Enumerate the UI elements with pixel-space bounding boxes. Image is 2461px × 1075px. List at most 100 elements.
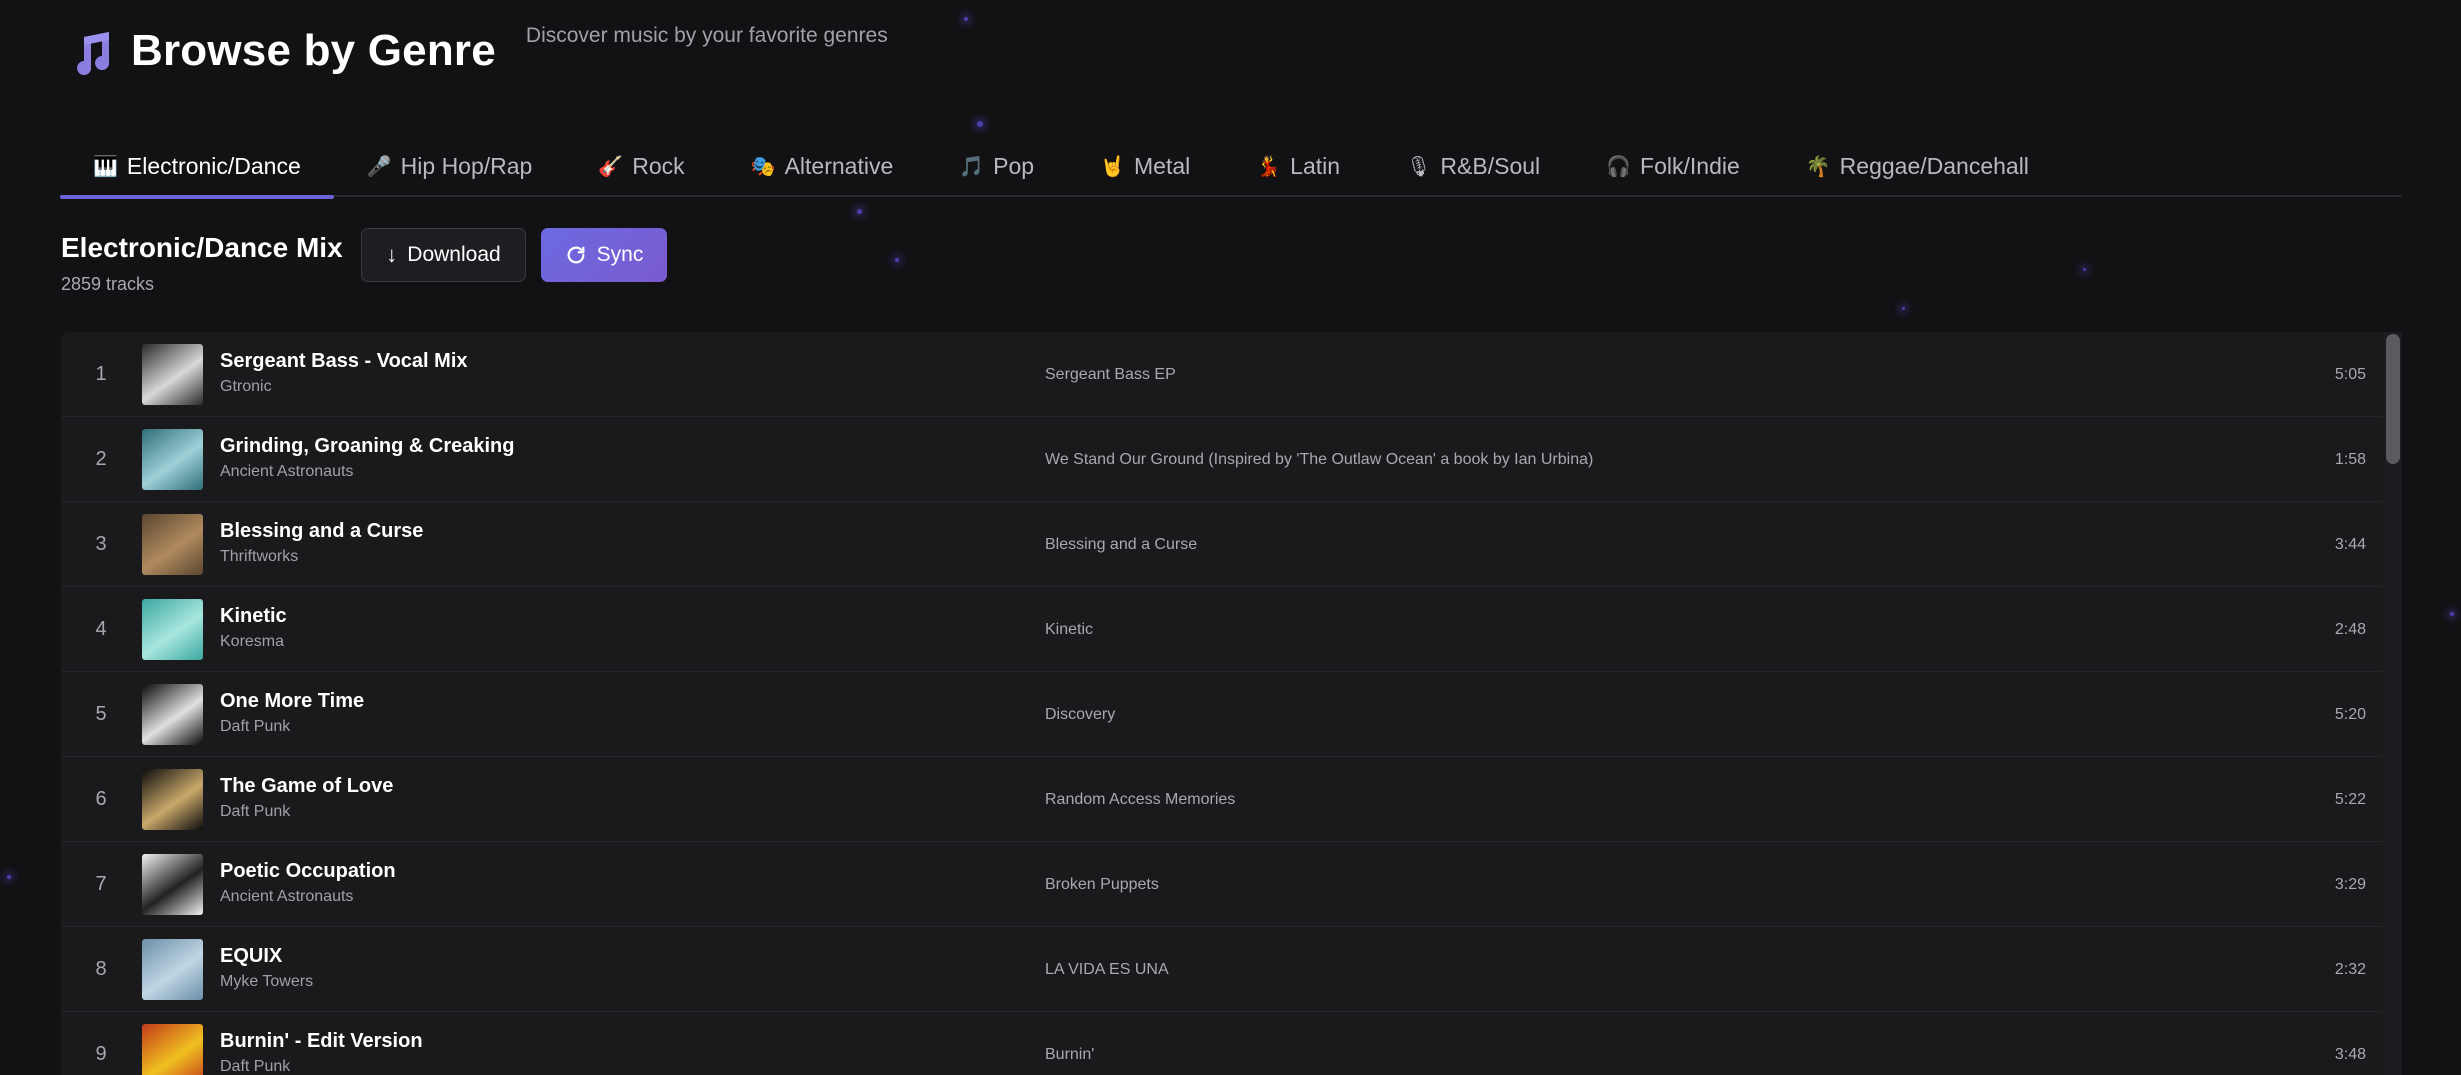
track-row[interactable]: 3 Blessing and a Curse Thriftworks Blessing…	[61, 502, 2382, 587]
piano-icon: 🎹	[93, 155, 118, 178]
track-album: We Stand Our Ground (Inspired by 'The Ou…	[1045, 450, 1594, 468]
tab-pop[interactable]: 🎵 Pop	[926, 135, 1067, 197]
track-row[interactable]: 8 EQUIX Myke Towers LA VIDA ES UNA 2:32	[61, 927, 2382, 1012]
track-title: The Game of Love	[220, 775, 394, 797]
tab-label: Pop	[993, 152, 1035, 179]
track-number: 9	[95, 1043, 107, 1065]
scrollbar-thumb[interactable]	[2386, 334, 2400, 464]
tab-hip-hop-rap[interactable]: 🎤 Hip Hop/Rap	[334, 135, 566, 197]
track-duration: 5:20	[2334, 705, 2366, 723]
track-album: Burnin'	[1045, 1045, 1095, 1063]
album-art	[142, 1024, 203, 1075]
guitar-icon: 🎸	[598, 155, 624, 178]
tab-label: Electronic/Dance	[126, 152, 301, 179]
tab-electronic-dance[interactable]: 🎹 Electronic/Dance	[60, 135, 334, 199]
track-duration: 5:22	[2334, 790, 2366, 808]
track-row[interactable]: 1 Sergeant Bass - Vocal Mix Gtronic Sergean…	[61, 332, 2382, 417]
track-row[interactable]: 7 Poetic Occupation Ancient Astronauts Brok…	[61, 842, 2382, 927]
theater-masks-icon: 🎭	[750, 155, 776, 178]
tab-label: Rock	[632, 152, 685, 179]
tab-r-b-soul[interactable]: 🎙 R&B/Soul	[1373, 135, 1573, 197]
tab-label: Latin	[1290, 152, 1341, 179]
track-title: Blessing and a Curse	[220, 520, 424, 542]
mix-title: Electronic/Dance Mix	[61, 232, 343, 263]
track-artist: Ancient Astronauts	[220, 888, 354, 905]
track-duration: 1:58	[2334, 450, 2366, 468]
tab-label: Folk/Indie	[1640, 152, 1740, 179]
tab-rock[interactable]: 🎸 Rock	[565, 135, 717, 197]
track-album: Kinetic	[1045, 620, 1094, 638]
tab-latin[interactable]: 💃 Latin	[1223, 135, 1373, 197]
headphones-icon: 🎧	[1606, 155, 1632, 178]
track-number: 3	[95, 533, 107, 555]
page-header: Browse by Genre Discover music by your f…	[67, 24, 888, 84]
track-number: 5	[95, 703, 107, 725]
track-row[interactable]: 5 One More Time Daft Punk Discovery 5:20	[61, 672, 2382, 757]
track-row[interactable]: 4 Kinetic Koresma Kinetic 2:48	[61, 587, 2382, 672]
track-album: LA VIDA ES UNA	[1045, 960, 1169, 978]
track-album: Broken Puppets	[1045, 875, 1159, 893]
download-arrow-icon: ↓	[386, 242, 398, 267]
track-title: One More Time	[220, 690, 365, 712]
album-art	[142, 599, 203, 660]
album-art	[142, 344, 203, 405]
track-artist: Daft Punk	[220, 1058, 291, 1075]
track-number: 8	[95, 958, 107, 980]
track-artist: Koresma	[220, 633, 285, 650]
track-duration: 3:48	[2334, 1045, 2366, 1063]
track-list: 1 Sergeant Bass - Vocal Mix Gtronic Sergean…	[61, 332, 2402, 1075]
track-row[interactable]: 2 Grinding, Groaning & Creaking Ancient As…	[61, 417, 2382, 502]
track-duration: 5:05	[2334, 365, 2366, 383]
sync-button[interactable]: Sync	[541, 228, 667, 282]
tab-label: Reggae/Dancehall	[1839, 152, 2029, 179]
palm-tree-icon: 🌴	[1805, 155, 1831, 178]
track-duration: 3:29	[2334, 875, 2366, 893]
download-label: Download	[407, 243, 501, 266]
dancer-icon: 💃	[1256, 155, 1282, 178]
track-number: 6	[95, 788, 107, 810]
track-artist: Gtronic	[220, 378, 272, 395]
genre-tabs: 🎹 Electronic/Dance 🎤 Hip Hop/Rap 🎸 Rock 🎭 Alter…	[60, 135, 2401, 199]
tab-alternative[interactable]: 🎭 Alternative	[718, 135, 927, 197]
album-art	[142, 939, 203, 1000]
track-count: 2859 tracks	[61, 274, 155, 294]
track-number: 4	[95, 618, 107, 640]
tab-label: Alternative	[784, 152, 894, 179]
track-title: Grinding, Groaning & Creaking	[220, 435, 515, 457]
track-list-scrollbar[interactable]	[2384, 332, 2402, 1075]
music-note-icon	[77, 32, 110, 75]
track-title: EQUIX	[220, 945, 283, 967]
track-artist: Ancient Astronauts	[220, 463, 354, 480]
track-artist: Daft Punk	[220, 803, 291, 820]
studio-microphone-icon: 🎙	[1406, 155, 1432, 178]
track-title: Sergeant Bass - Vocal Mix	[220, 350, 468, 372]
tab-reggae-dancehall[interactable]: 🌴 Reggae/Dancehall	[1773, 135, 2062, 197]
microphone-icon: 🎤	[366, 155, 392, 178]
track-title: Poetic Occupation	[220, 860, 396, 882]
tab-folk-indie[interactable]: 🎧 Folk/Indie	[1573, 135, 1773, 197]
track-album: Blessing and a Curse	[1045, 535, 1198, 553]
track-artist: Thriftworks	[220, 548, 299, 565]
refresh-icon	[567, 246, 585, 264]
track-duration: 3:44	[2334, 535, 2366, 553]
album-art	[142, 429, 203, 490]
track-row[interactable]: 6 The Game of Love Daft Punk Random Access …	[61, 757, 2382, 842]
track-row[interactable]: 9 Burnin' - Edit Version Daft Punk Burnin' 3…	[61, 1012, 2382, 1075]
download-button[interactable]: ↓ Download	[361, 228, 526, 282]
track-number: 2	[95, 448, 107, 470]
rock-hand-icon: 🤘	[1100, 155, 1125, 178]
album-art	[142, 514, 203, 575]
page-subtitle: Discover music by your favorite genres	[525, 24, 888, 47]
track-album: Discovery	[1045, 705, 1116, 723]
track-duration: 2:32	[2334, 960, 2366, 978]
track-title: Kinetic	[220, 605, 287, 627]
track-album: Random Access Memories	[1045, 790, 1236, 808]
tab-label: Metal	[1134, 152, 1191, 179]
sync-label: Sync	[596, 243, 644, 266]
music-note-icon: 🎵	[959, 155, 985, 178]
page-title: Browse by Genre	[131, 26, 496, 75]
track-artist: Daft Punk	[220, 718, 291, 735]
tab-metal[interactable]: 🤘 Metal	[1067, 135, 1223, 197]
track-title: Burnin' - Edit Version	[220, 1030, 423, 1052]
album-art	[142, 769, 203, 830]
